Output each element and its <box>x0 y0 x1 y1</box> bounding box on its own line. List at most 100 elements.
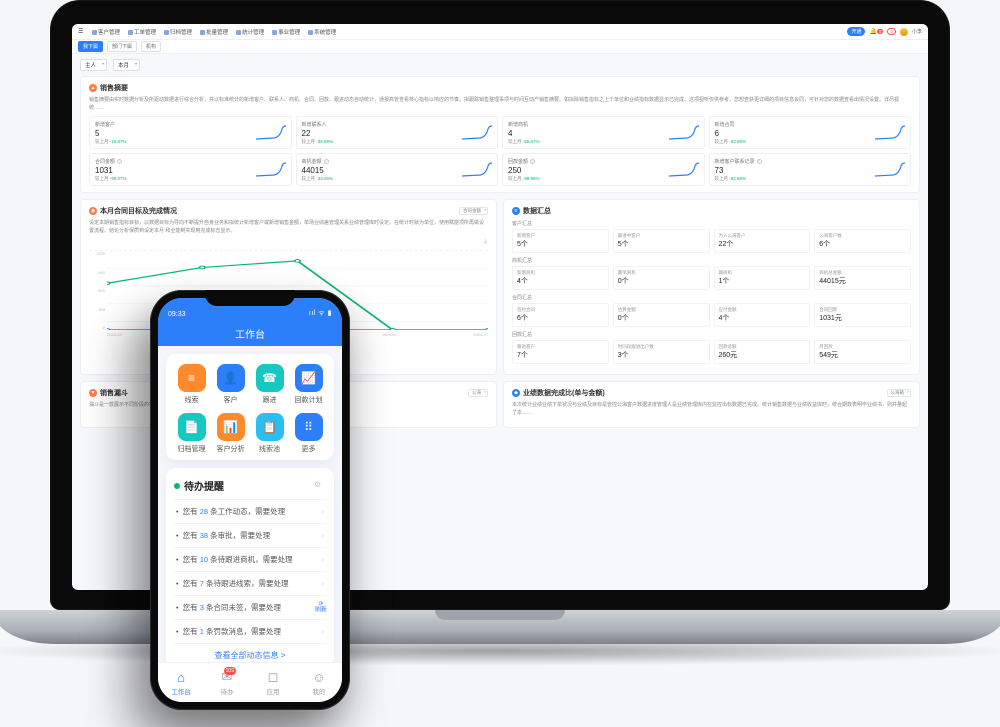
stat-cell[interactable]: 新增客户 5 较上月 -16.67% <box>89 116 292 149</box>
nav-item[interactable]: 批量管理 <box>200 28 228 36</box>
hamburger-icon[interactable]: ☰ <box>78 28 86 36</box>
owner-select[interactable]: 主人 <box>80 59 107 71</box>
app-shortcut[interactable]: 📋线索池 <box>252 413 287 454</box>
stat-cell[interactable]: 回款金额? 250 较上月 -99.96% <box>502 153 705 186</box>
app-shortcut[interactable]: 📄归档管理 <box>174 413 209 454</box>
summary-cell: 估算金额0个 <box>613 303 710 327</box>
bell-icon[interactable]: 🔔6 <box>869 28 883 35</box>
summary-row: 跟进客户7个时间段跟进出户数3个回款总额260元月回款549元 <box>512 340 911 364</box>
goal-desc: 设定本期销售指标目标，以数据目标为导向不断提升自身业务和拟统计新增客户或新增销售… <box>89 220 488 235</box>
panel-title: 销售漏斗 <box>100 388 128 398</box>
filter-bar: 主人 本月 <box>72 54 928 76</box>
todo-item[interactable]: •您有 38 条审批，需要处理› <box>174 523 326 547</box>
todo-item[interactable]: •您有 3 条合同未签，需要处理›⟳刷新 <box>174 595 326 619</box>
sparkline <box>256 162 286 178</box>
nav-item[interactable]: 统计管理 <box>236 28 264 36</box>
summary-cell: 输商机1个 <box>714 266 811 290</box>
fire-icon: ▲ <box>89 84 97 92</box>
sparkline <box>462 125 492 141</box>
stat-cell[interactable]: 新增联系人 22 较上月 -38.89% <box>296 116 499 149</box>
summary-cell: 跟进客户7个 <box>512 340 609 364</box>
phone-tabbar: ⌂工作台✉待办109◻应用☺我的 <box>158 662 342 702</box>
stat-grid: 新增客户 5 较上月 -16.67% 新增联系人 22 较上月 -38.89% … <box>89 116 911 186</box>
nav-item[interactable]: 工单管理 <box>128 28 156 36</box>
sparkline <box>875 125 905 141</box>
performance-panel: ◆ 业绩数据完成比(单与金额) 公海箱 本次统计业绩业绩下单状况与业绩及目标是管… <box>503 381 920 428</box>
perf-icon: ◆ <box>512 389 520 397</box>
app-shortcut[interactable]: ☎跟进 <box>252 364 287 405</box>
stat-cell[interactable]: 新增商机 4 较上月 -55.67% <box>502 116 705 149</box>
todo-item[interactable]: •您有 28 条工作动态，需要处理› <box>174 499 326 523</box>
summary-cell: 商机总金额44015元 <box>814 266 911 290</box>
avatar[interactable] <box>900 28 908 36</box>
panel-title: 业绩数据完成比(单与金额) <box>523 388 605 398</box>
nav-item[interactable]: 归档管理 <box>164 28 192 36</box>
view-all-link[interactable]: 查看全部动态信息 > <box>174 643 326 661</box>
todo-item[interactable]: •您有 7 条待跟进线索，需要处理› <box>174 571 326 595</box>
phone-header-title: 工作台 <box>158 320 342 346</box>
summary-group-head: 回款汇总 <box>512 331 911 338</box>
signal-icons: ııl ᯤ ▮ <box>309 309 332 318</box>
phone-screen: 09:33 ııl ᯤ ▮ 工作台 ≡线索👤客户☎跟进📈回款计划 📄归档管理📊客户… <box>158 298 342 702</box>
open-pill[interactable]: 开通 <box>847 27 865 36</box>
phone-tab-工作台[interactable]: ⌂工作台 <box>158 663 204 702</box>
nav-item[interactable]: 事业管理 <box>272 28 300 36</box>
summary-group-head: 商机汇总 <box>512 257 911 264</box>
stat-cell[interactable]: 商机金额? 44015 较上月 -33.26% <box>296 153 499 186</box>
funnel-icon: ▼ <box>89 389 97 397</box>
todo-item[interactable]: •您有 10 条待跟进商机，需要处理› <box>174 547 326 571</box>
target-icon: ◉ <box>89 207 97 215</box>
summary-row: 新增客户5个跟进中客户5个为入公海客户22个公海客户数6个 <box>512 229 911 253</box>
username: 小李 <box>912 28 922 35</box>
summary-cell: 新增客户5个 <box>512 229 609 253</box>
app-shortcut[interactable]: 📈回款计划 <box>291 364 326 405</box>
pool-select[interactable]: 公海箱 <box>887 389 912 397</box>
nav-item[interactable]: 客户管理 <box>92 28 120 36</box>
summary-group-head: 合同汇总 <box>512 294 911 301</box>
tab-dept-subs[interactable]: 部门下属 <box>107 41 137 52</box>
sparkline <box>462 162 492 178</box>
summary-cell: 公海客户数6个 <box>814 229 911 253</box>
stat-cell[interactable]: 新增客户联系记录? 73 较上月 -82.58% <box>709 153 912 186</box>
phone-tab-我的[interactable]: ☺我的 <box>296 663 342 702</box>
sparkline <box>669 162 699 178</box>
pool-select[interactable]: 公海 <box>468 389 488 397</box>
summary-cell: 跟进中客户5个 <box>613 229 710 253</box>
summary-cell: 回款总额260元 <box>714 340 811 364</box>
period-select[interactable]: 本月 <box>113 59 140 71</box>
sparkline <box>256 125 286 141</box>
phone-mockup: 09:33 ııl ᯤ ▮ 工作台 ≡线索👤客户☎跟进📈回款计划 📄归档管理📊客户… <box>150 290 350 710</box>
sales-briefing-panel: ▲ 销售摘要 销售摘要由实时数据分析及所驱动数据进行综合分析，并以标准统计的新增… <box>80 76 920 193</box>
metric-select[interactable]: 合同金额 <box>459 207 488 215</box>
perf-desc: 本次统计业绩业绩下单状况与业绩及目标是管控公海客户数据进度管理人是业绩管理库内在… <box>512 402 911 417</box>
clock: 09:33 <box>168 311 186 318</box>
app-shortcut[interactable]: 📊客户分析 <box>213 413 248 454</box>
download-icon[interactable]: ⇩ <box>483 240 488 246</box>
app-shortcut[interactable]: ≡线索 <box>174 364 209 405</box>
badge: 0 <box>887 28 896 35</box>
app-shortcuts-card: ≡线索👤客户☎跟进📈回款计划 📄归档管理📊客户分析📋线索池⠿更多 <box>166 354 334 460</box>
summary-cell: 月回款549元 <box>814 340 911 364</box>
refresh-button[interactable]: ⟳刷新 <box>314 601 328 614</box>
stat-cell[interactable]: 合同金额? 1031 较上月 -99.07% <box>89 153 292 186</box>
summary-cell: 为入公海客户22个 <box>714 229 811 253</box>
summary-cell: 时间段跟进出户数3个 <box>613 340 710 364</box>
stat-cell[interactable]: 新增合同 6 较上月 -53.85% <box>709 116 912 149</box>
summary-cell: 赢单商机0个 <box>613 266 710 290</box>
nav-item[interactable]: 系统管理 <box>308 28 336 36</box>
tab-my-subs[interactable]: 我下属 <box>78 41 103 52</box>
phone-notch <box>205 290 295 306</box>
todo-title: 待办提醒 <box>184 478 310 493</box>
tab-org[interactable]: 机构 <box>141 41 161 52</box>
summary-cell: 新增商机4个 <box>512 266 609 290</box>
app-shortcut[interactable]: 👤客户 <box>213 364 248 405</box>
summary-row: 签约合同6个估算金额0个应付金额4个合同回款1031元 <box>512 303 911 327</box>
panel-title: 数据汇总 <box>523 206 551 216</box>
gear-icon[interactable]: ⚙ <box>314 480 326 492</box>
phone-tab-应用[interactable]: ◻应用 <box>250 663 296 702</box>
todo-item[interactable]: •您有 1 条罚款消息，需要处理› <box>174 619 326 643</box>
summary-panel: ≡ 数据汇总 客户汇总新增客户5个跟进中客户5个为入公海客户22个公海客户数6个… <box>503 199 920 375</box>
app-shortcut[interactable]: ⠿更多 <box>291 413 326 454</box>
phone-tab-待办[interactable]: ✉待办109 <box>204 663 250 702</box>
laptop-trackpad-notch <box>435 610 565 620</box>
